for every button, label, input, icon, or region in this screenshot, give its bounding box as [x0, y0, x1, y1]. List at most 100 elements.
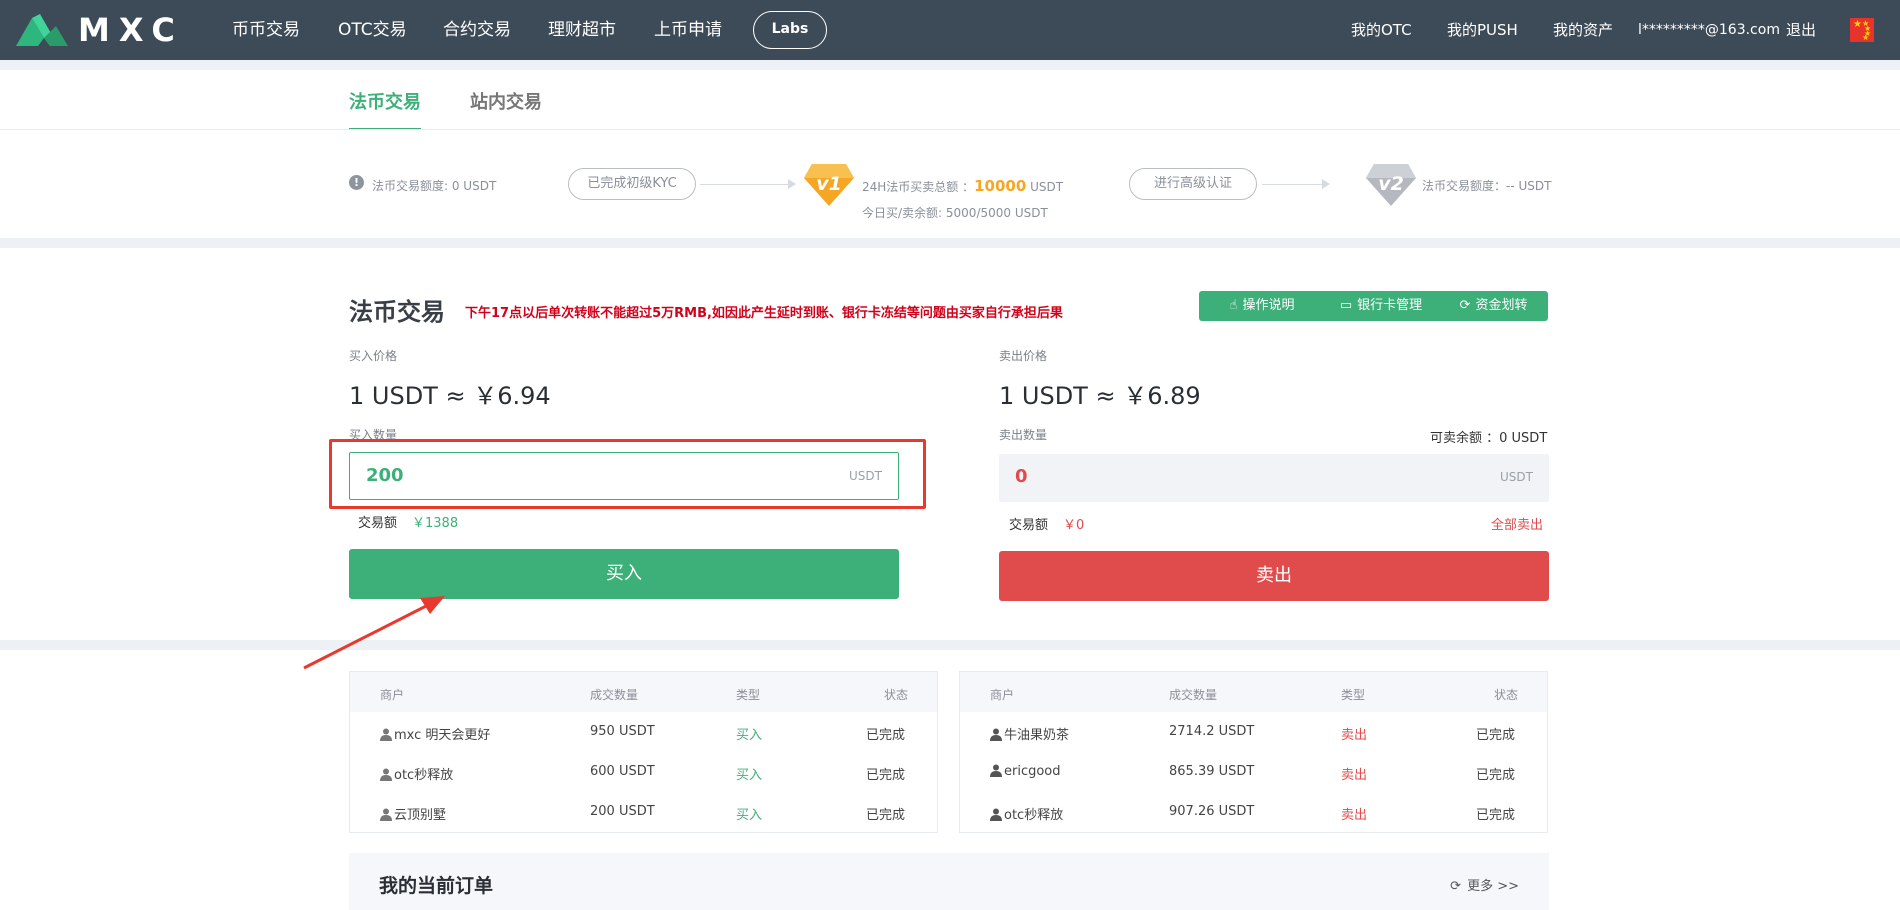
buy-amount-value: ￥1388 [412, 516, 459, 531]
bank-card-label: 银行卡管理 [1357, 298, 1423, 313]
buy-amount-label: 交易额 [358, 516, 398, 531]
nav-contract-trading[interactable]: 合约交易 [443, 0, 511, 60]
user-icon [990, 808, 1002, 821]
row-merchant[interactable]: 云顶别墅 [380, 804, 446, 823]
fund-transfer-button[interactable]: ⟳ 资金划转 [1439, 291, 1548, 321]
user-icon [380, 808, 392, 821]
china-flag-icon[interactable]: ★ ★ ★ ★ ★ [1850, 18, 1874, 42]
sell-available: 可卖余额 ：0 USDT [1430, 431, 1548, 446]
v2-badge-icon: v2 [1366, 164, 1416, 206]
logo-text: MXC [78, 11, 184, 49]
header-merchant: 商户 [380, 688, 405, 702]
logout-link[interactable]: 退出 [1786, 0, 1816, 60]
row-status: 已完成 [1476, 768, 1516, 783]
instructions-button[interactable]: ☝ 操作说明 [1199, 291, 1325, 321]
fiat-limit-text: 法币交易额度: 0 USDT [372, 179, 497, 193]
credit-card-icon: ▭ [1339, 298, 1353, 313]
row-merchant[interactable]: otc秒释放 [990, 804, 1063, 823]
nav-my-push[interactable]: 我的PUSH [1447, 0, 1518, 60]
top-navbar: MXC 币币交易 OTC交易 合约交易 理财超市 上币申请 Labs 我的OTC… [0, 0, 1900, 60]
v1-total-unit: USDT [1026, 180, 1064, 194]
sell-qty-label: 卖出数量 [999, 428, 1048, 442]
band-lower [0, 640, 1900, 650]
kyc-arrow-2 [1262, 184, 1324, 185]
header-type: 类型 [736, 688, 761, 702]
sell-button[interactable]: 卖出 [999, 551, 1549, 601]
sell-amount-label: 交易额 [1009, 518, 1049, 533]
transfer-notice: 下午17点以后单次转账不能超过5万RMB,如因此产生延时到账、银行卡冻结等问题由… [465, 306, 1063, 321]
svg-text:v1: v1 [816, 173, 842, 195]
row-qty: 600 USDT [590, 764, 655, 779]
buy-price-label: 买入价格 [349, 349, 398, 363]
nav-otc-trading[interactable]: OTC交易 [338, 0, 407, 60]
row-merchant[interactable]: mxc 明天会更好 [380, 724, 490, 743]
sell-all-link[interactable]: 全部卖出 [1491, 514, 1543, 533]
user-icon [380, 728, 392, 741]
nav-spot-trading[interactable]: 币币交易 [232, 0, 300, 60]
buy-button[interactable]: 买入 [349, 549, 899, 599]
more-orders-link[interactable]: ⟳ 更多 >> [1450, 875, 1519, 894]
user-icon [990, 764, 1002, 777]
tab-fiat-trading[interactable]: 法币交易 [349, 88, 421, 114]
refresh-icon: ⟳ [1450, 879, 1462, 894]
tab-divider [0, 129, 1900, 130]
table-header: 商户 成交数量 类型 状态 [960, 672, 1547, 712]
row-status: 已完成 [1476, 728, 1516, 743]
row-type: 买入 [736, 768, 763, 783]
sell-qty-unit: USDT [1500, 470, 1533, 484]
user-icon [380, 768, 392, 781]
row-merchant[interactable]: otc秒释放 [380, 764, 453, 783]
sell-amount-value: ￥0 [1063, 518, 1085, 533]
kyc-arrow-1 [700, 184, 790, 185]
bank-card-button[interactable]: ▭ 银行卡管理 [1318, 291, 1444, 321]
header-type: 类型 [1341, 688, 1366, 702]
annotation-arrow [303, 596, 445, 670]
advanced-verify-button[interactable]: 进行高级认证 [1129, 168, 1257, 200]
instructions-label: 操作说明 [1242, 298, 1295, 313]
current-orders-panel: 我的当前订单 ⟳ 更多 >> [349, 853, 1549, 910]
mxc-logo-icon [16, 14, 68, 46]
row-type: 卖出 [1341, 768, 1368, 783]
row-type: 卖出 [1341, 728, 1368, 743]
header-merchant: 商户 [990, 688, 1015, 702]
row-qty: 865.39 USDT [1169, 764, 1255, 779]
nav-listing-apply[interactable]: 上币申请 [654, 0, 722, 60]
recent-buy-table: 商户 成交数量 类型 状态 mxc 明天会更好 950 USDT 买入 已完成 … [349, 671, 938, 833]
sell-qty-input[interactable]: 0 USDT [999, 454, 1549, 502]
recent-sell-table: 商户 成交数量 类型 状态 牛油果奶茶 2714.2 USDT 卖出 已完成 e… [959, 671, 1548, 833]
kyc-basic-done-button[interactable]: 已完成初级KYC [568, 168, 696, 200]
logo[interactable]: MXC [16, 12, 184, 48]
user-email[interactable]: l*********@163.com [1638, 0, 1780, 60]
header-status: 状态 [884, 688, 909, 702]
highlight-frame [329, 439, 926, 509]
v1-total-label: 24H法币买卖总额 ： [862, 180, 975, 194]
user-icon [990, 728, 1002, 741]
band-top [0, 60, 1900, 70]
buy-price: 1 USDT ≈ ￥6.94 [349, 382, 551, 410]
row-status: 已完成 [866, 808, 906, 823]
row-type: 卖出 [1341, 808, 1368, 823]
header-status: 状态 [1494, 688, 1519, 702]
svg-text:v2: v2 [1378, 173, 1404, 195]
labs-button[interactable]: Labs [753, 11, 827, 49]
v1-total-value: 10000 [974, 177, 1027, 195]
table-header: 商户 成交数量 类型 状态 [350, 672, 937, 712]
fund-transfer-label: 资金划转 [1475, 298, 1528, 313]
nav-my-otc[interactable]: 我的OTC [1351, 0, 1412, 60]
kyc-arrow-1-head [788, 179, 796, 189]
tab-internal-trading[interactable]: 站内交易 [470, 88, 542, 114]
band-mid [0, 238, 1900, 248]
v2-limit-text: 法币交易额度：-- USDT [1422, 179, 1552, 193]
v1-badge-icon: v1 [804, 164, 854, 206]
row-merchant[interactable]: ericgood [990, 764, 1061, 779]
current-orders-title: 我的当前订单 [379, 875, 494, 897]
row-merchant[interactable]: 牛油果奶茶 [990, 724, 1069, 743]
row-qty: 950 USDT [590, 724, 655, 739]
row-type: 买入 [736, 808, 763, 823]
nav-finance[interactable]: 理财超市 [548, 0, 616, 60]
nav-my-assets[interactable]: 我的资产 [1553, 0, 1613, 60]
row-status: 已完成 [1476, 808, 1516, 823]
v1-remaining-text: 今日买/卖余额: 5000/5000 USDT [862, 206, 1048, 220]
row-type: 买入 [736, 728, 763, 743]
sell-qty-value: 0 [1015, 466, 1028, 487]
